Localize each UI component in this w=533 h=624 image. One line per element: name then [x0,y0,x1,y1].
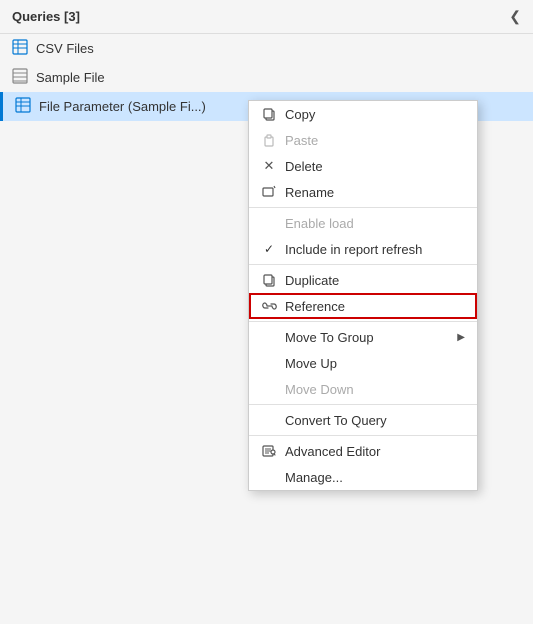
separator-2 [249,264,477,265]
menu-item-move-down[interactable]: Move Down [249,376,477,402]
menu-item-move-up[interactable]: Move Up [249,350,477,376]
query-item-csv[interactable]: CSV Files [0,34,533,63]
menu-reference-label: Reference [285,299,465,314]
menu-manage-label: Manage... [285,470,465,485]
menu-rename-label: Rename [285,185,465,200]
menu-item-reference[interactable]: Reference [249,293,477,319]
menu-move-down-label: Move Down [285,382,465,397]
copy-icon [261,106,277,122]
query-label-sample: Sample File [36,70,105,85]
delete-icon: ✕ [261,158,277,174]
enable-load-icon [261,215,277,231]
context-menu: Copy Paste ✕ Delete [248,100,478,491]
menu-item-advanced[interactable]: Advanced Editor [249,438,477,464]
separator-1 [249,207,477,208]
table-icon-sample [12,68,28,87]
table-icon-csv [12,39,28,58]
menu-item-include-report[interactable]: ✓ Include in report refresh [249,236,477,262]
menu-include-report-label: Include in report refresh [285,242,465,257]
manage-icon [261,469,277,485]
advanced-editor-icon [261,443,277,459]
menu-item-delete[interactable]: ✕ Delete [249,153,477,179]
menu-convert-label: Convert To Query [285,413,465,428]
menu-item-paste[interactable]: Paste [249,127,477,153]
menu-item-rename[interactable]: Rename [249,179,477,205]
submenu-arrow: ▶ [457,332,465,343]
menu-paste-label: Paste [285,133,465,148]
query-label-fileparam: File Parameter (Sample Fi...) [39,99,206,114]
menu-item-copy[interactable]: Copy [249,101,477,127]
menu-item-convert[interactable]: Convert To Query [249,407,477,433]
menu-advanced-label: Advanced Editor [285,444,465,459]
move-up-icon [261,355,277,371]
query-label-csv: CSV Files [36,41,94,56]
collapse-button[interactable]: ❮ [509,8,521,25]
menu-item-move-to-group[interactable]: Move To Group ▶ [249,324,477,350]
duplicate-icon [261,272,277,288]
menu-delete-label: Delete [285,159,465,174]
checkmark-icon: ✓ [261,241,277,257]
move-down-icon [261,381,277,397]
menu-enable-load-label: Enable load [285,216,465,231]
query-item-sample[interactable]: Sample File [0,63,533,92]
separator-5 [249,435,477,436]
sidebar: Queries [3] ❮ CSV Files Sample File [0,0,533,624]
menu-duplicate-label: Duplicate [285,273,465,288]
menu-copy-label: Copy [285,107,465,122]
rename-icon [261,184,277,200]
paste-icon [261,132,277,148]
sidebar-header: Queries [3] ❮ [0,0,533,34]
reference-icon [261,298,277,314]
table-icon-fileparam [15,97,31,116]
menu-move-up-label: Move Up [285,356,465,371]
separator-4 [249,404,477,405]
menu-item-manage[interactable]: Manage... [249,464,477,490]
convert-icon [261,412,277,428]
menu-move-to-group-label: Move To Group [285,330,449,345]
move-to-group-icon [261,329,277,345]
menu-item-enable-load[interactable]: Enable load [249,210,477,236]
separator-3 [249,321,477,322]
menu-item-duplicate[interactable]: Duplicate [249,267,477,293]
sidebar-title: Queries [3] [12,9,80,24]
